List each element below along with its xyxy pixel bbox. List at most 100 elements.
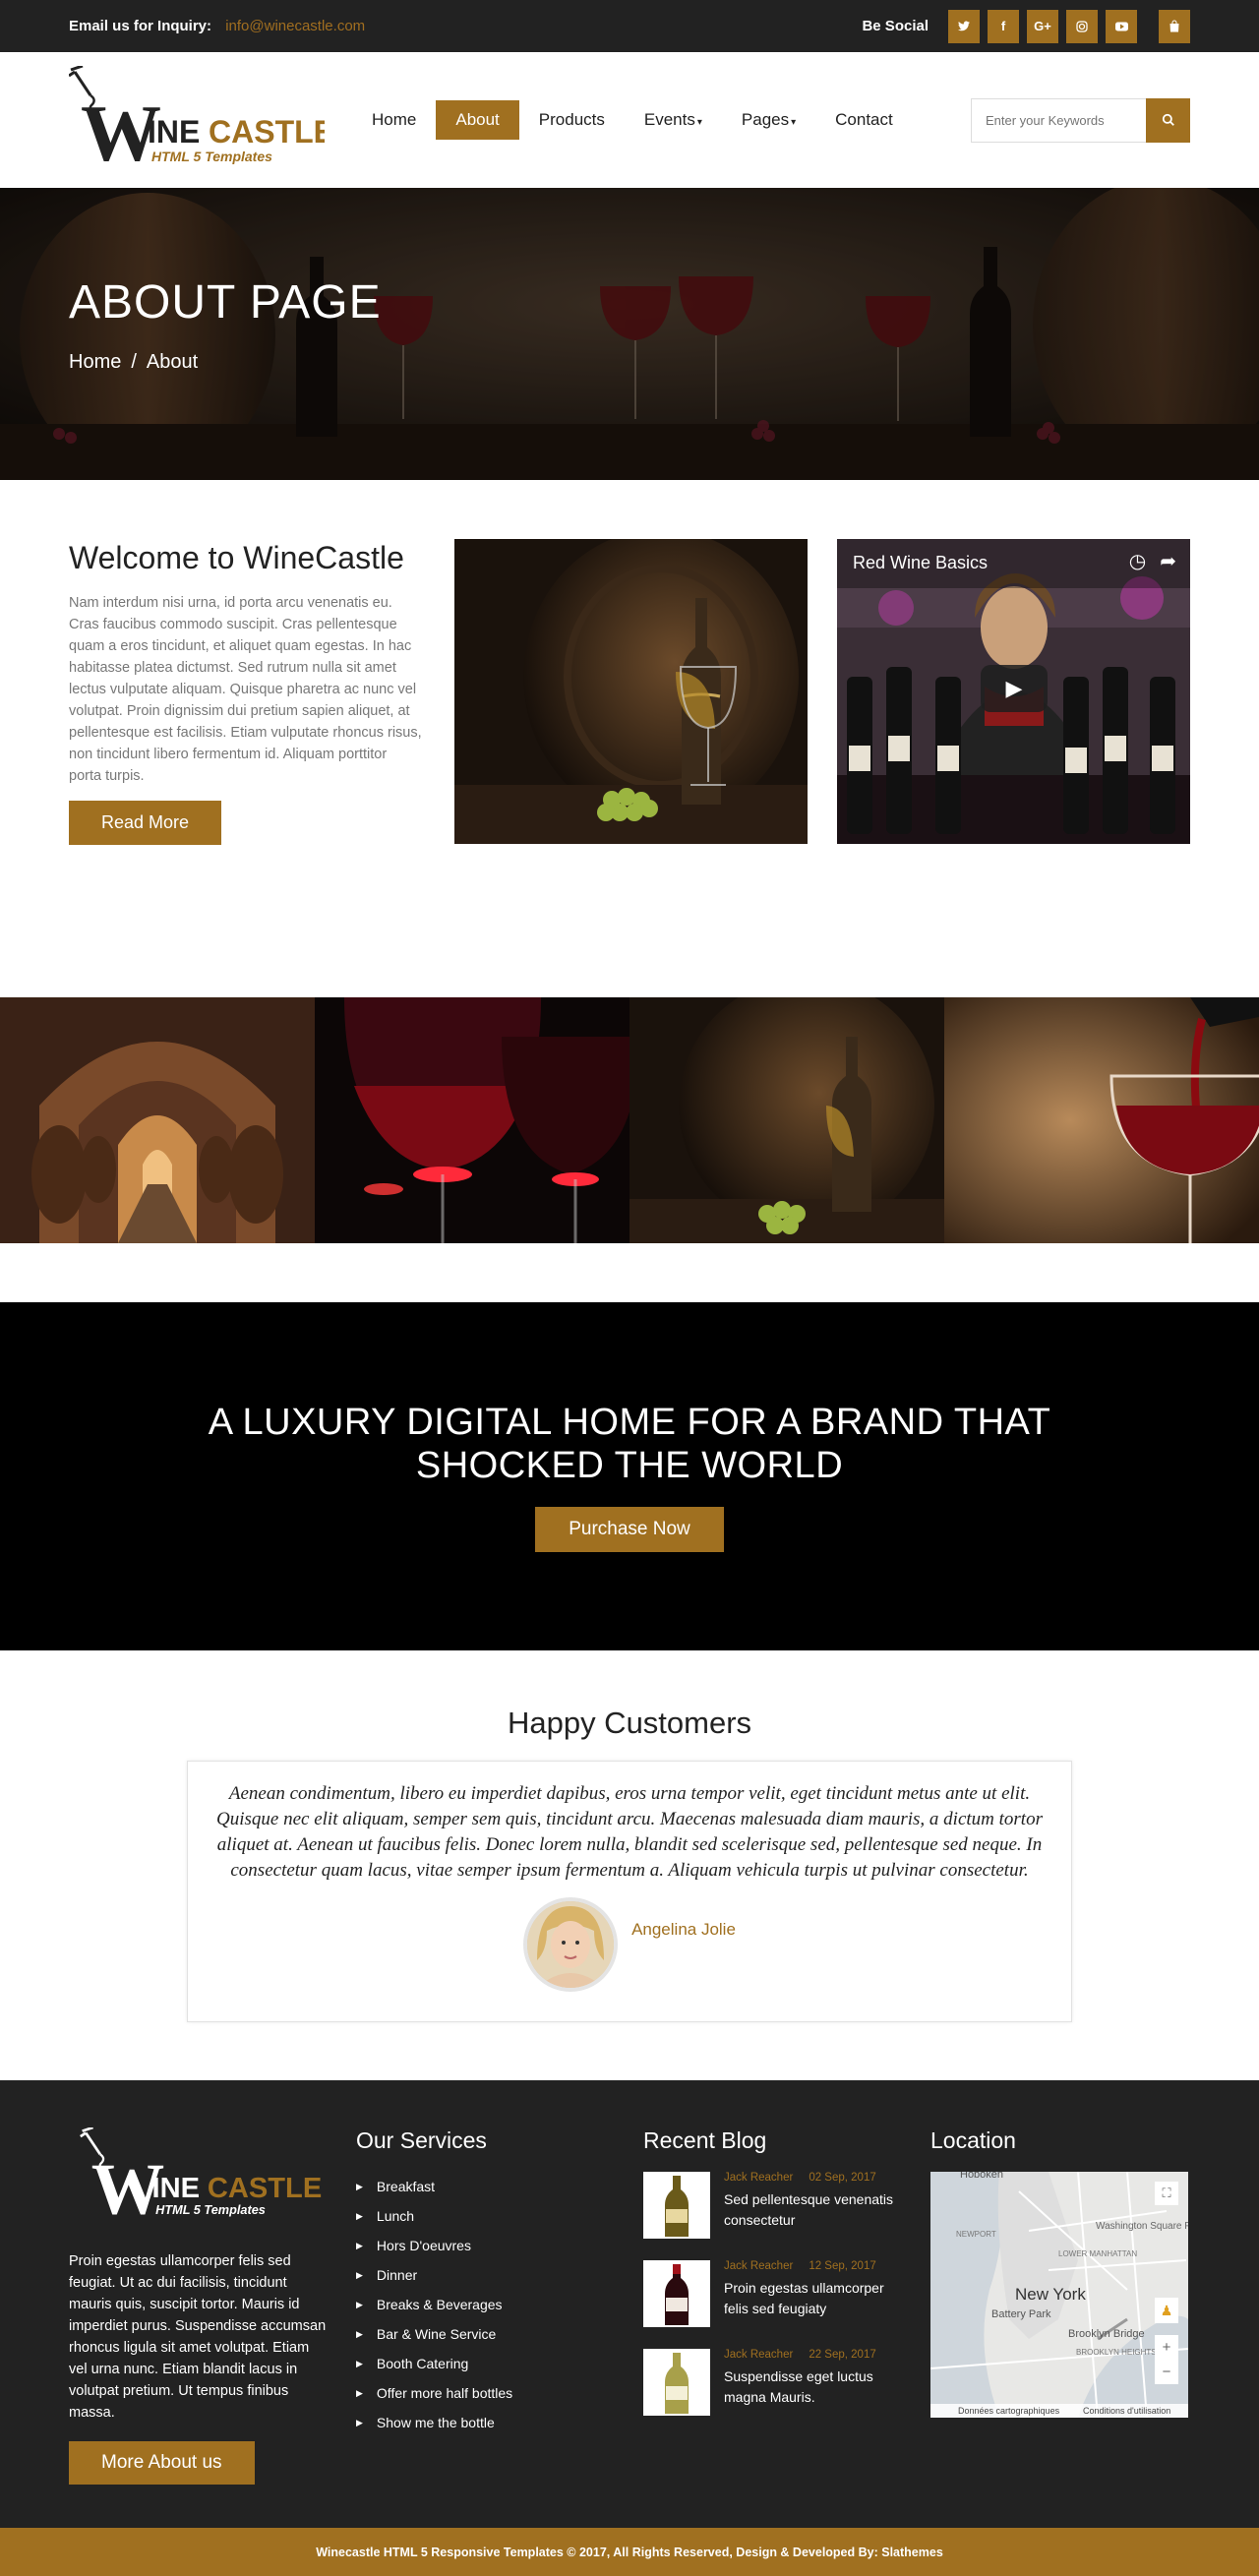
caret-right-icon: ▶: [356, 2269, 363, 2280]
inquiry-info: Email us for Inquiry: info@winecastle.co…: [69, 18, 365, 34]
copyright-bar: Winecastle HTML 5 Responsive Templates ©…: [0, 2528, 1259, 2576]
pegman-icon[interactable]: ♟: [1155, 2298, 1178, 2323]
svg-text:Données cartographiques: Données cartographiques: [958, 2406, 1060, 2416]
nav-pages[interactable]: Pages ▾: [722, 100, 815, 140]
zoom-controls: + −: [1155, 2335, 1178, 2384]
video-player[interactable]: Red Wine Basics ◷ ➦ ▶: [837, 539, 1190, 844]
more-about-us-button[interactable]: More About us: [69, 2441, 255, 2485]
welcome-title: Welcome to WineCastle: [69, 540, 404, 575]
logo-castle: CASTLE: [209, 114, 325, 150]
blog-post[interactable]: Jack Reacher 02 Sep, 2017 Sed pellentesqu…: [643, 2172, 901, 2239]
caret-right-icon: ▶: [356, 2299, 363, 2309]
search-button[interactable]: [1146, 97, 1190, 143]
blog-post[interactable]: Jack Reacher 22 Sep, 2017 Suspendisse ege…: [643, 2349, 901, 2416]
blog-date: 02 Sep, 2017: [809, 2172, 876, 2184]
caret-right-icon: ▶: [356, 2358, 363, 2368]
inquiry-email-link[interactable]: info@winecastle.com: [225, 18, 365, 34]
facebook-icon[interactable]: f: [988, 9, 1019, 43]
nav-contact[interactable]: Contact: [815, 100, 913, 140]
purchase-now-button[interactable]: Purchase Now: [535, 1507, 724, 1552]
zoom-in-icon[interactable]: +: [1163, 2339, 1171, 2356]
service-item[interactable]: ▶ Breakfast: [356, 2172, 614, 2201]
nav-about[interactable]: About: [436, 100, 519, 140]
youtube-icon[interactable]: [1106, 9, 1137, 43]
caret-right-icon: ▶: [356, 2210, 363, 2221]
blog-thumbnail: [643, 2260, 710, 2327]
testimonial-author-name: Angelina Jolie: [631, 1920, 736, 1939]
gallery-image-cellar[interactable]: [0, 997, 315, 1243]
gallery-image-glasses[interactable]: [315, 997, 630, 1243]
testimonial-quote: Aenean condimentum, libero eu imperdiet …: [216, 1783, 1043, 1881]
main-nav: Home About Products Events ▾ Pages ▾ Conta…: [352, 100, 913, 140]
top-bar: Email us for Inquiry: info@winecastle.co…: [0, 0, 1259, 52]
blog-title: Proin egestas ullamcorper felis sed feug…: [724, 2280, 884, 2316]
twitter-icon[interactable]: [948, 9, 980, 43]
blog-post[interactable]: Jack Reacher 12 Sep, 2017 Proin egestas u…: [643, 2260, 901, 2327]
svg-text:HTML 5 Templates: HTML 5 Templates: [155, 2202, 266, 2217]
service-item[interactable]: ▶ Hors D'oeuvres: [356, 2231, 614, 2260]
svg-text:Conditions d'utilisation: Conditions d'utilisation: [1083, 2406, 1170, 2416]
logo-subtitle: HTML 5 Templates: [151, 149, 272, 164]
search-input[interactable]: [971, 97, 1146, 143]
copyright-text: Winecastle HTML 5 Responsive Templates ©…: [316, 2545, 943, 2559]
fullscreen-icon[interactable]: ⛶: [1155, 2182, 1178, 2205]
blog-author: Jack Reacher: [724, 2172, 794, 2184]
footer-location: Location Hoboken NEWPORT Washington Squa…: [930, 2127, 1188, 2485]
welcome-text: Welcome to WineCastle Nam interdum nisi …: [69, 539, 422, 845]
read-more-button[interactable]: Read More: [69, 801, 222, 845]
wine-barrel-image: [454, 539, 808, 844]
nav-events[interactable]: Events ▾: [625, 100, 722, 140]
service-item[interactable]: ▶ Breaks & Beverages: [356, 2290, 614, 2319]
service-item[interactable]: ▶ Lunch: [356, 2201, 614, 2231]
testimonials-title: Happy Customers: [507, 1706, 752, 1740]
instagram-icon[interactable]: [1066, 9, 1098, 43]
map-graphic: Hoboken NEWPORT Washington Square Park L…: [930, 2172, 1188, 2418]
nav-home[interactable]: Home: [352, 100, 436, 140]
share-icon[interactable]: ➦: [1160, 549, 1176, 573]
breadcrumb-home-link[interactable]: Home: [69, 351, 121, 373]
breadcrumb-separator: /: [131, 350, 137, 373]
play-button[interactable]: ▶: [981, 665, 1048, 712]
svg-text:Washington Square Park: Washington Square Park: [1096, 2221, 1188, 2232]
gallery-image-pour[interactable]: [944, 997, 1259, 1243]
google-plus-icon[interactable]: G+: [1027, 9, 1058, 43]
page-banner: ABOUT PAGE Home / About: [0, 188, 1259, 480]
site-footer: W INE CASTLE HTML 5 Templates Proin eges…: [0, 2080, 1259, 2528]
image-gallery: [0, 997, 1259, 1243]
blog-date: 12 Sep, 2017: [809, 2260, 876, 2272]
service-item[interactable]: ▶ Bar & Wine Service: [356, 2319, 614, 2349]
footer-services: Our Services ▶ Breakfast ▶ Lunch ▶ Hors D'o…: [356, 2127, 614, 2485]
logo-ine: INE: [148, 114, 200, 150]
blog-author: Jack Reacher: [724, 2349, 794, 2361]
services-title: Our Services: [356, 2127, 487, 2153]
blog-author: Jack Reacher: [724, 2260, 794, 2272]
nav-products[interactable]: Products: [519, 100, 625, 140]
location-map[interactable]: Hoboken NEWPORT Washington Square Park L…: [930, 2172, 1188, 2418]
caret-down-icon: ▾: [696, 117, 702, 128]
footer-about-text: Proin egestas ullamcorper felis sed feug…: [69, 2253, 327, 2421]
service-item[interactable]: ▶ Show me the bottle: [356, 2408, 614, 2437]
service-item[interactable]: ▶ Offer more half bottles: [356, 2378, 614, 2408]
services-list: ▶ Breakfast ▶ Lunch ▶ Hors D'oeuvres ▶ Dinne…: [356, 2172, 614, 2437]
zoom-out-icon[interactable]: −: [1163, 2364, 1171, 2380]
watch-later-icon[interactable]: ◷: [1129, 549, 1146, 573]
play-icon: ▶: [1005, 676, 1023, 700]
svg-text:NEWPORT: NEWPORT: [956, 2230, 996, 2239]
logo-graphic: W INE CASTLE HTML 5 Templates: [68, 64, 334, 178]
social-links: Be Social f G+: [862, 9, 1190, 43]
caret-right-icon: ▶: [356, 2328, 363, 2339]
shopping-bag-icon[interactable]: [1159, 9, 1190, 43]
service-item[interactable]: ▶ Dinner: [356, 2260, 614, 2290]
svg-text:New York: New York: [1015, 2285, 1086, 2304]
page-title: ABOUT PAGE: [69, 275, 382, 329]
blog-title: Suspendisse eget luctus magna Mauris.: [724, 2368, 873, 2405]
recent-blog-title: Recent Blog: [643, 2127, 767, 2153]
breadcrumb-current: About: [146, 350, 199, 373]
caret-right-icon: ▶: [356, 2240, 363, 2250]
site-logo[interactable]: W INE CASTLE HTML 5 Templates: [68, 64, 334, 178]
service-item[interactable]: ▶ Booth Catering: [356, 2349, 614, 2378]
svg-text:INE: INE: [152, 2173, 200, 2204]
gallery-image-barrel[interactable]: [630, 997, 944, 1243]
caret-down-icon: ▾: [791, 117, 797, 128]
testimonials-section: Happy Customers Aenean condimentum, libe…: [0, 1650, 1259, 2080]
